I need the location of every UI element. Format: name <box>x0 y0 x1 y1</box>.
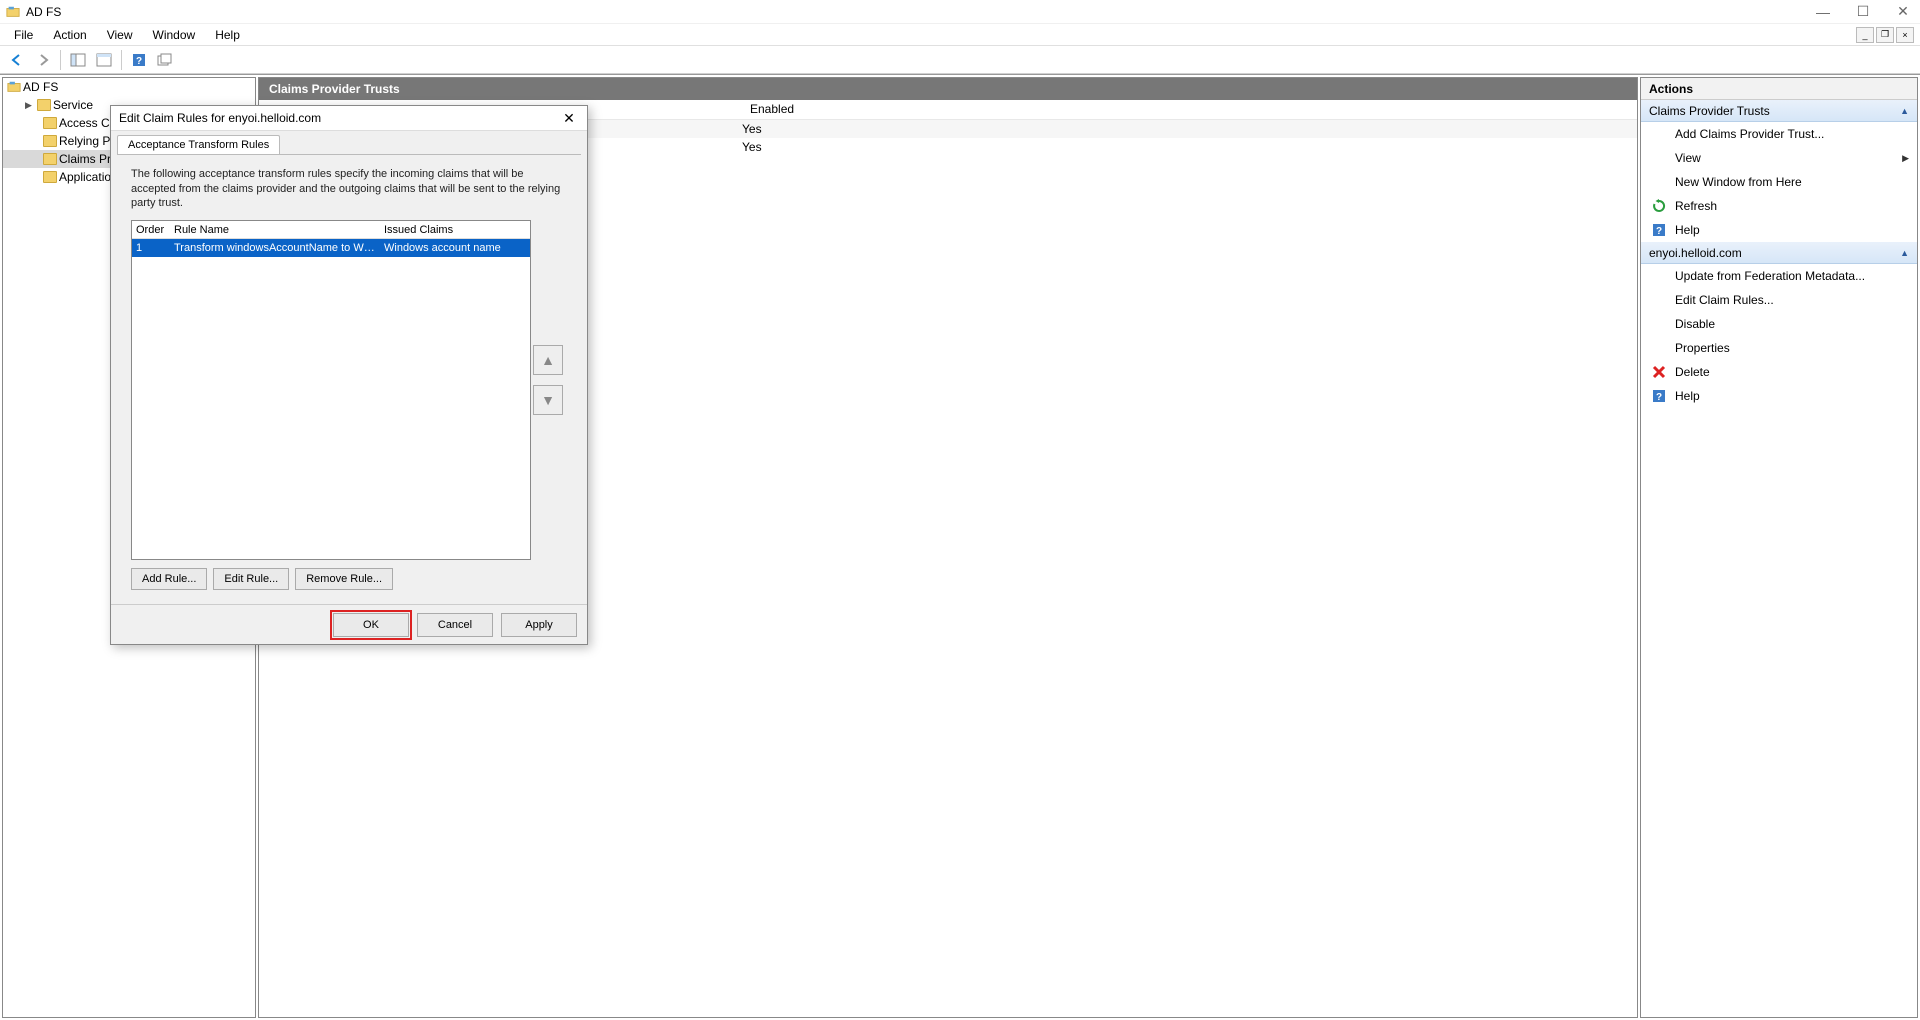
tree-root-label: AD FS <box>23 80 58 94</box>
help-icon: ? <box>1651 222 1667 238</box>
svg-text:?: ? <box>1656 392 1662 403</box>
remove-rule-button[interactable]: Remove Rule... <box>295 568 393 590</box>
folder-icon <box>37 99 51 111</box>
menu-action[interactable]: Action <box>45 26 94 44</box>
chevron-right-icon: ▶ <box>1902 153 1909 164</box>
action-label: Add Claims Provider Trust... <box>1675 127 1824 141</box>
rules-header: Order Rule Name Issued Claims <box>132 221 530 239</box>
edit-rule-button[interactable]: Edit Rule... <box>213 568 289 590</box>
action-delete[interactable]: Delete <box>1641 360 1917 384</box>
chevron-right-icon[interactable]: ▶ <box>25 100 35 111</box>
action-help[interactable]: ? Help <box>1641 218 1917 242</box>
action-label: View <box>1675 151 1701 165</box>
action-disable[interactable]: Disable <box>1641 312 1917 336</box>
center-header: Claims Provider Trusts <box>259 78 1637 100</box>
move-down-button[interactable]: ▼ <box>533 385 563 415</box>
actions-title: Actions <box>1641 78 1917 100</box>
titlebar: AD FS — ☐ ✕ <box>0 0 1920 24</box>
action-add-claims-provider-trust[interactable]: Add Claims Provider Trust... <box>1641 122 1917 146</box>
rules-list[interactable]: Order Rule Name Issued Claims 1 Transfor… <box>131 220 531 560</box>
action-label: Update from Federation Metadata... <box>1675 269 1865 283</box>
dialog-titlebar[interactable]: Edit Claim Rules for enyoi.helloid.com ✕ <box>111 106 587 131</box>
folder-icon <box>43 117 57 129</box>
col-order[interactable]: Order <box>132 223 170 237</box>
svg-text:?: ? <box>136 56 142 67</box>
actions-section-label: Claims Provider Trusts <box>1649 104 1770 118</box>
col-issued-claims[interactable]: Issued Claims <box>380 223 530 237</box>
toolbar: ? <box>0 46 1920 74</box>
dialog-footer: OK Cancel Apply <box>111 604 587 644</box>
action-edit-claim-rules[interactable]: Edit Claim Rules... <box>1641 288 1917 312</box>
cancel-button[interactable]: Cancel <box>417 613 493 637</box>
folder-icon <box>43 153 57 165</box>
refresh-icon <box>1651 198 1667 214</box>
cell-enabled: Yes <box>742 122 804 136</box>
edit-claim-rules-dialog: Edit Claim Rules for enyoi.helloid.com ✕… <box>110 105 588 645</box>
menu-help[interactable]: Help <box>207 26 248 44</box>
action-label: Delete <box>1675 365 1710 379</box>
mdi-restore-button[interactable]: ❐ <box>1876 27 1894 43</box>
delete-icon <box>1651 364 1667 380</box>
add-rule-button[interactable]: Add Rule... <box>131 568 207 590</box>
action-properties[interactable]: Properties <box>1641 336 1917 360</box>
help-icon: ? <box>1651 388 1667 404</box>
cell-rule-name: Transform windowsAccountName to Win... <box>170 241 380 255</box>
mdi-close-button[interactable]: × <box>1896 27 1914 43</box>
close-button[interactable]: ✕ <box>1892 3 1914 20</box>
toolbar-help-button[interactable]: ? <box>128 49 150 71</box>
chevron-up-icon: ▲ <box>1900 106 1909 116</box>
toolbar-new-window-button[interactable] <box>154 49 176 71</box>
cell-issued: Windows account name <box>380 241 530 255</box>
action-label: Disable <box>1675 317 1715 331</box>
cell-enabled: Yes <box>742 140 804 154</box>
apply-button[interactable]: Apply <box>501 613 577 637</box>
actions-pane: Actions Claims Provider Trusts ▲ Add Cla… <box>1640 77 1918 1018</box>
dialog-title: Edit Claim Rules for enyoi.helloid.com <box>119 111 321 125</box>
move-up-button[interactable]: ▲ <box>533 345 563 375</box>
action-refresh[interactable]: Refresh <box>1641 194 1917 218</box>
action-label: Properties <box>1675 341 1730 355</box>
action-label: Help <box>1675 223 1700 237</box>
col-rule-name[interactable]: Rule Name <box>170 223 380 237</box>
dialog-close-button[interactable]: ✕ <box>559 110 579 127</box>
mdi-minimize-button[interactable]: _ <box>1856 27 1874 43</box>
toolbar-show-hide-button[interactable] <box>67 49 89 71</box>
action-view[interactable]: View ▶ <box>1641 146 1917 170</box>
action-update-federation-metadata[interactable]: Update from Federation Metadata... <box>1641 264 1917 288</box>
menu-file[interactable]: File <box>6 26 41 44</box>
menu-view[interactable]: View <box>99 26 141 44</box>
tree-label: Service <box>53 98 93 112</box>
tree-root[interactable]: AD FS <box>3 78 255 96</box>
ok-button[interactable]: OK <box>333 613 409 637</box>
adfs-app-icon <box>6 5 20 19</box>
actions-section-item[interactable]: enyoi.helloid.com ▲ <box>1641 242 1917 264</box>
col-enabled[interactable]: Enabled <box>742 100 804 119</box>
action-help-2[interactable]: ? Help <box>1641 384 1917 408</box>
svg-text:?: ? <box>1656 226 1662 237</box>
action-label: Refresh <box>1675 199 1717 213</box>
action-new-window[interactable]: New Window from Here <box>1641 170 1917 194</box>
folder-icon <box>43 135 57 147</box>
menu-window[interactable]: Window <box>145 26 204 44</box>
maximize-button[interactable]: ☐ <box>1852 3 1874 20</box>
chevron-up-icon: ▲ <box>1900 248 1909 258</box>
action-label: Help <box>1675 389 1700 403</box>
dialog-description: The following acceptance transform rules… <box>131 167 567 210</box>
actions-section-label: enyoi.helloid.com <box>1649 246 1742 260</box>
cell-order: 1 <box>132 241 170 255</box>
action-label: New Window from Here <box>1675 175 1802 189</box>
action-label: Edit Claim Rules... <box>1675 293 1774 307</box>
rule-row[interactable]: 1 Transform windowsAccountName to Win...… <box>132 239 530 257</box>
dialog-body: The following acceptance transform rules… <box>117 154 581 598</box>
menubar: File Action View Window Help _ ❐ × <box>0 24 1920 46</box>
toolbar-properties-button[interactable] <box>93 49 115 71</box>
folder-icon <box>43 171 57 183</box>
titlebar-title: AD FS <box>26 5 61 19</box>
forward-button[interactable] <box>32 49 54 71</box>
minimize-button[interactable]: — <box>1812 4 1834 20</box>
back-button[interactable] <box>6 49 28 71</box>
actions-section-claims[interactable]: Claims Provider Trusts ▲ <box>1641 100 1917 122</box>
tab-acceptance-transform-rules[interactable]: Acceptance Transform Rules <box>117 135 280 154</box>
